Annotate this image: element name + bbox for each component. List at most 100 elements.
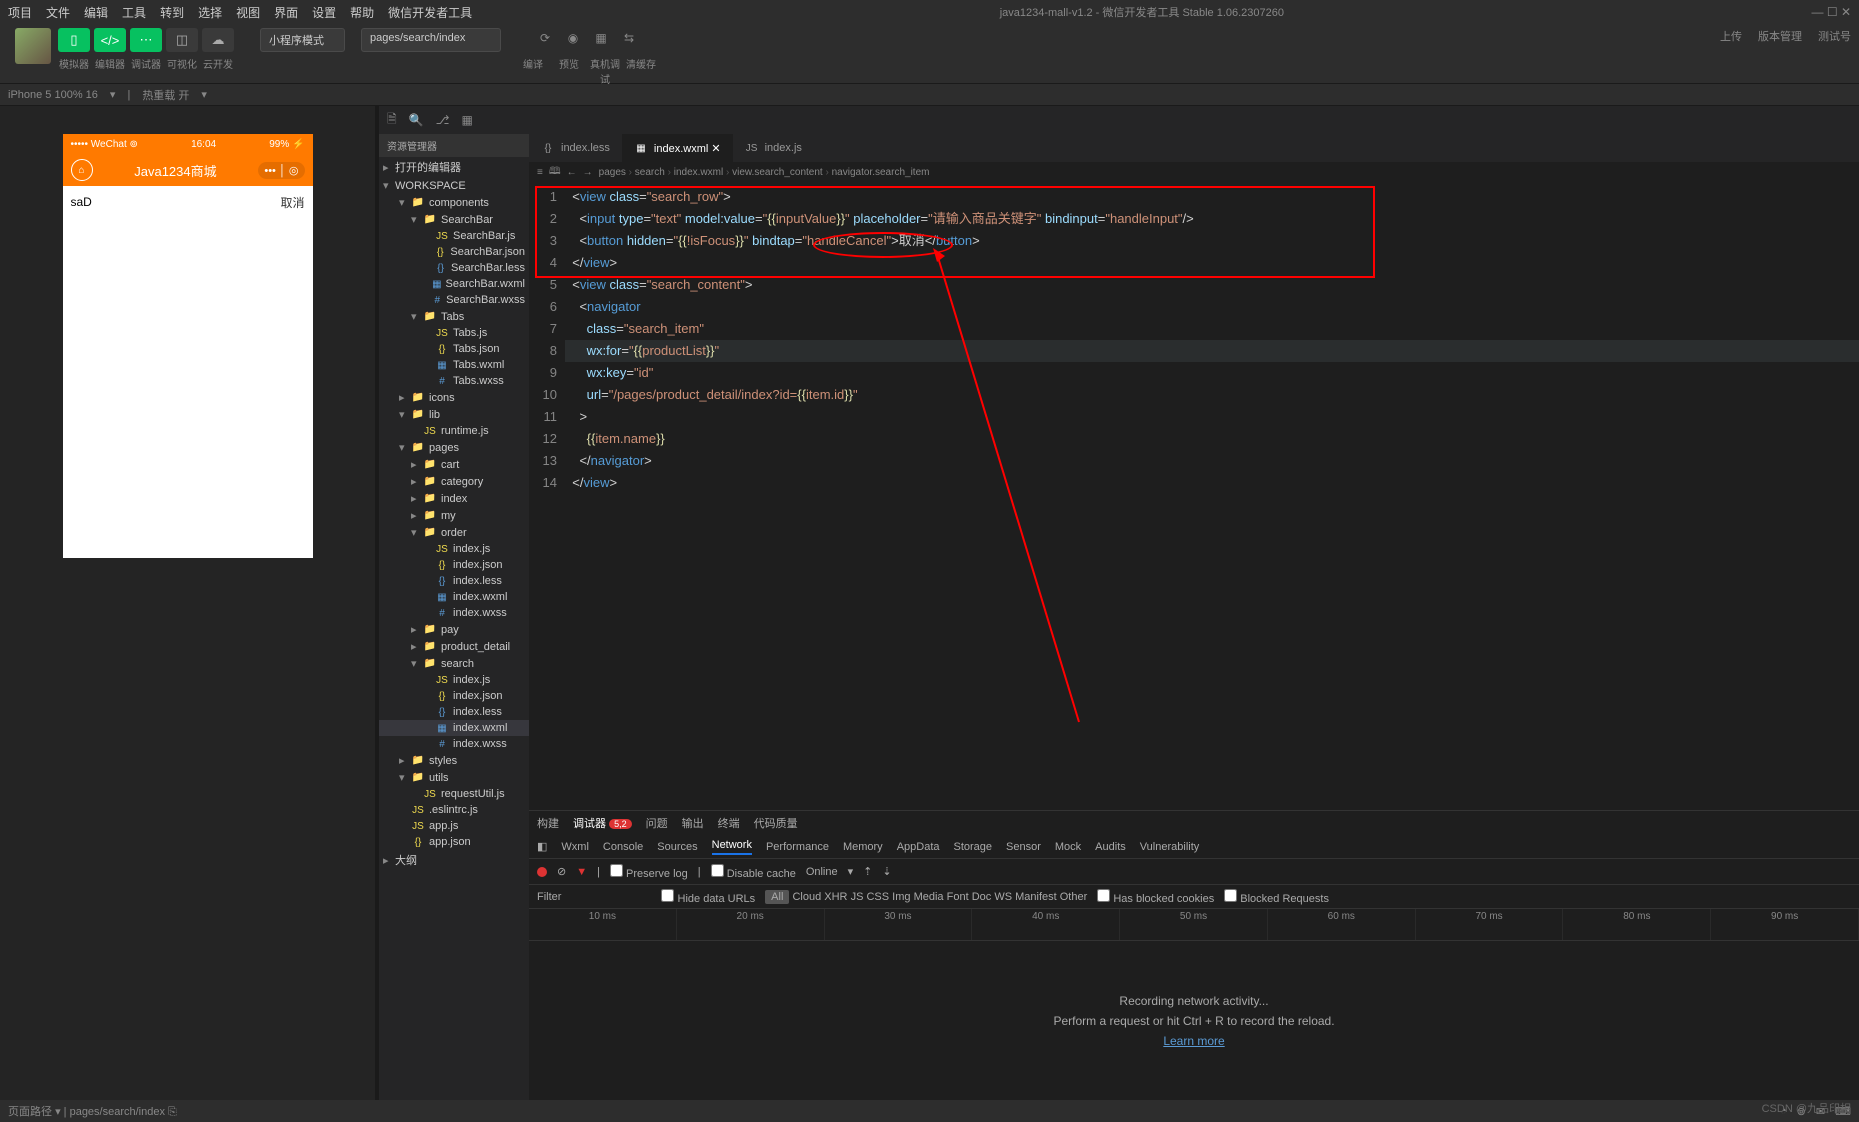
tree-item-SearchBar.less[interactable]: {}SearchBar.less xyxy=(379,260,529,276)
dt2-Sources[interactable]: Sources xyxy=(657,841,697,853)
dt2-Console[interactable]: Console xyxy=(603,841,643,853)
tree-item-app.js[interactable]: JSapp.js xyxy=(379,818,529,834)
tree-item-Tabs[interactable]: ▾📁Tabs xyxy=(379,308,529,325)
phone-search-input[interactable] xyxy=(71,195,273,209)
disable-cache-checkbox[interactable] xyxy=(711,864,724,877)
tree-item-SearchBar[interactable]: ▾📁SearchBar xyxy=(379,211,529,228)
preview-icon[interactable]: ◉ xyxy=(563,28,583,48)
tree-item-index.wxml[interactable]: ▦index.wxml xyxy=(379,589,529,605)
menu-编辑[interactable]: 编辑 xyxy=(84,4,108,21)
filter-type-Img[interactable]: Img xyxy=(892,891,910,903)
hot-reload-label[interactable]: 热重载 开 xyxy=(142,87,189,103)
debugger-toggle[interactable]: ⋯ xyxy=(130,28,162,52)
tree-item-my[interactable]: ▸📁my xyxy=(379,507,529,524)
tree-item-SearchBar.js[interactable]: JSSearchBar.js xyxy=(379,228,529,244)
tree-item-index.json[interactable]: {}index.json xyxy=(379,688,529,704)
outline-section[interactable]: ▸大纲 xyxy=(379,850,529,870)
opened-editors-section[interactable]: ▸打开的编辑器 xyxy=(379,157,529,177)
hide-data-urls-checkbox[interactable] xyxy=(661,889,674,902)
dt2-Wxml[interactable]: Wxml xyxy=(561,841,589,853)
phone-cancel-button[interactable]: 取消 xyxy=(280,194,304,211)
dt1-调试器[interactable]: 调试器 5,2 xyxy=(573,815,632,831)
tree-item-Tabs.json[interactable]: {}Tabs.json xyxy=(379,341,529,357)
tree-item-pages[interactable]: ▾📁pages xyxy=(379,439,529,456)
dt2-Audits[interactable]: Audits xyxy=(1095,841,1126,853)
clear-cache-icon[interactable]: ⇆ xyxy=(619,28,639,48)
filter-type-Doc[interactable]: Doc xyxy=(972,891,992,903)
filter-type-Font[interactable]: Font xyxy=(947,891,969,903)
code-editor[interactable]: 1234567891011121314 <view class="search_… xyxy=(529,182,1859,810)
dt1-问题[interactable]: 问题 xyxy=(646,815,668,831)
cloud-toggle[interactable]: ☁ xyxy=(202,28,234,52)
record-icon[interactable] xyxy=(537,867,547,877)
workspace-section[interactable]: ▾WORKSPACE xyxy=(379,177,529,194)
tab-index.js[interactable]: JSindex.js xyxy=(733,134,814,162)
compile-icon[interactable]: ⟳ xyxy=(535,28,555,48)
menu-界面[interactable]: 界面 xyxy=(274,4,298,21)
tree-item-components[interactable]: ▾📁components xyxy=(379,194,529,211)
menu-帮助[interactable]: 帮助 xyxy=(350,4,374,21)
learn-more-link[interactable]: Learn more xyxy=(1163,1034,1224,1048)
dt2-Mock[interactable]: Mock xyxy=(1055,841,1081,853)
filter-type-Manifest[interactable]: Manifest xyxy=(1015,891,1057,903)
remote-debug-icon[interactable]: ▦ xyxy=(591,28,611,48)
ext-icon[interactable]: ▦ xyxy=(461,113,472,127)
filter-icon[interactable]: ▼ xyxy=(576,866,587,878)
dt1-输出[interactable]: 输出 xyxy=(682,815,704,831)
blocked-requests-checkbox[interactable] xyxy=(1224,889,1237,902)
preserve-log-checkbox[interactable] xyxy=(610,864,623,877)
filter-type-JS[interactable]: JS xyxy=(851,891,864,903)
dt1-构建[interactable]: 构建 xyxy=(537,815,559,831)
simulator-toggle[interactable]: ▯ xyxy=(58,28,90,52)
dt1-终端[interactable]: 终端 xyxy=(718,815,740,831)
filter-type-Cloud[interactable]: Cloud xyxy=(792,891,821,903)
tree-item-order[interactable]: ▾📁order xyxy=(379,524,529,541)
blocked-cookies-checkbox[interactable] xyxy=(1097,889,1110,902)
copy-icon[interactable]: ⎘ xyxy=(168,1106,177,1118)
online-select[interactable]: Online xyxy=(806,866,838,878)
explorer-icon[interactable]: 🗎 xyxy=(387,110,397,131)
search-icon[interactable]: 🔍 xyxy=(409,113,424,127)
branch-icon[interactable]: ⎇ xyxy=(436,113,450,127)
tree-item-app.json[interactable]: {}app.json xyxy=(379,834,529,850)
device-label[interactable]: iPhone 5 100% 16 xyxy=(8,89,98,101)
code-lines[interactable]: <view class="search_row"> <input type="t… xyxy=(565,182,1859,810)
menu-设置[interactable]: 设置 xyxy=(312,4,336,21)
capsule-menu[interactable]: ••• │ ◎ xyxy=(258,162,304,179)
avatar[interactable] xyxy=(15,28,51,64)
devtools-elements-icon[interactable]: ◧ xyxy=(537,840,547,853)
tree-item-.eslintrc.js[interactable]: JS.eslintrc.js xyxy=(379,802,529,818)
tree-item-utils[interactable]: ▾📁utils xyxy=(379,769,529,786)
network-toolbar[interactable]: ⊘ ▼ | Preserve log | Disable cache Onlin… xyxy=(529,859,1859,885)
tree-item-search[interactable]: ▾📁search xyxy=(379,655,529,672)
devtools-tabs-secondary[interactable]: ◧ WxmlConsoleSourcesNetworkPerformanceMe… xyxy=(529,835,1859,859)
tree-item-SearchBar.wxml[interactable]: ▦SearchBar.wxml xyxy=(379,276,529,292)
tab-index.less[interactable]: {}index.less xyxy=(529,134,622,162)
network-filter-bar[interactable]: Filter Hide data URLs All Cloud XHR JS C… xyxy=(529,885,1859,909)
tree-item-Tabs.js[interactable]: JSTabs.js xyxy=(379,325,529,341)
tree-item-index.less[interactable]: {}index.less xyxy=(379,573,529,589)
tree-item-index.js[interactable]: JSindex.js xyxy=(379,541,529,557)
tab-index.wxml[interactable]: ▦index.wxml ✕ xyxy=(622,134,733,162)
tree-item-SearchBar.json[interactable]: {}SearchBar.json xyxy=(379,244,529,260)
editor-toggle[interactable]: </> xyxy=(94,28,126,52)
mode-select[interactable]: 小程序模式 xyxy=(260,28,345,52)
filter-type-CSS[interactable]: CSS xyxy=(866,891,889,903)
filter-type-Media[interactable]: Media xyxy=(914,891,944,903)
dt1-代码质量[interactable]: 代码质量 xyxy=(754,815,798,831)
dt2-Vulnerability[interactable]: Vulnerability xyxy=(1140,841,1200,853)
menu-工具[interactable]: 工具 xyxy=(122,4,146,21)
devtools-tabs-primary[interactable]: 构建调试器 5,2 问题输出终端代码质量 xyxy=(529,811,1859,835)
tree-item-runtime.js[interactable]: JSruntime.js xyxy=(379,423,529,439)
menu-选择[interactable]: 选择 xyxy=(198,4,222,21)
window-controls[interactable]: — ☐ ✕ xyxy=(1812,5,1851,19)
tree-item-index.wxml[interactable]: ▦index.wxml xyxy=(379,720,529,736)
menu-微信开发者工具[interactable]: 微信开发者工具 xyxy=(388,4,472,21)
filter-type-Other[interactable]: Other xyxy=(1060,891,1088,903)
dt2-Storage[interactable]: Storage xyxy=(954,841,993,853)
tree-item-icons[interactable]: ▸📁icons xyxy=(379,389,529,406)
toolbar-上传[interactable]: 上传 xyxy=(1720,28,1742,44)
page-select[interactable]: pages/search/index xyxy=(361,28,501,52)
tree-item-Tabs.wxss[interactable]: #Tabs.wxss xyxy=(379,373,529,389)
tree-item-requestUtil.js[interactable]: JSrequestUtil.js xyxy=(379,786,529,802)
